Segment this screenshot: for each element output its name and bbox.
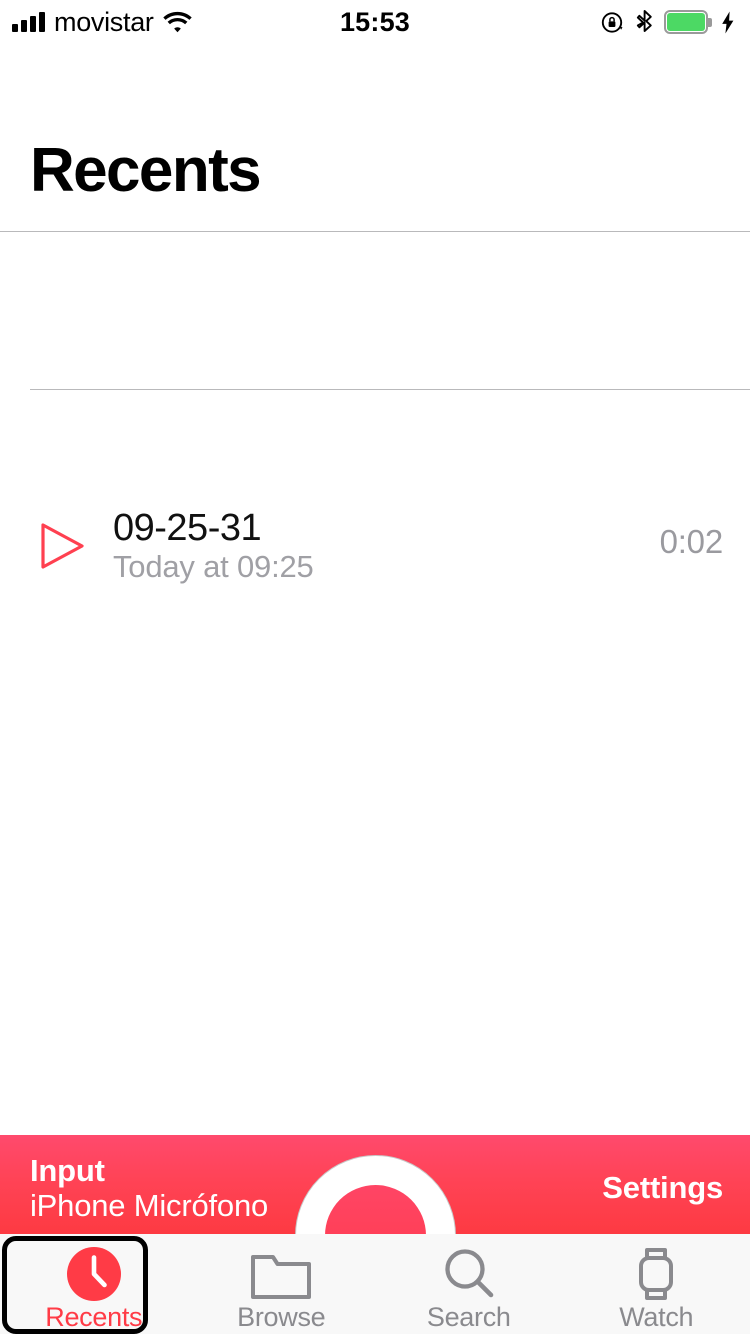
tab-watch-label: Watch <box>619 1302 694 1332</box>
watch-icon <box>633 1246 679 1302</box>
input-label: Input <box>30 1153 105 1188</box>
status-bar-time: 15:53 <box>339 6 411 37</box>
tab-browse[interactable]: Browse <box>188 1234 376 1334</box>
rotation-lock-icon <box>600 10 625 35</box>
settings-button[interactable]: Settings <box>602 1172 723 1203</box>
bluetooth-icon <box>636 9 653 35</box>
memo-divider <box>30 389 750 390</box>
search-icon <box>441 1246 497 1302</box>
memo-duration: 0:02 <box>659 523 724 560</box>
status-bar: movistar 15:53 <box>0 0 750 44</box>
tab-browse-label: Browse <box>237 1302 326 1332</box>
clock-icon <box>65 1246 123 1302</box>
battery-icon <box>664 10 712 34</box>
memo-title: 09-25-31 <box>113 507 262 549</box>
input-source-value[interactable]: iPhone Micrófono <box>30 1190 268 1221</box>
tab-watch[interactable]: Watch <box>563 1234 750 1334</box>
tab-search-label: Search <box>426 1302 511 1332</box>
memo-list-item[interactable]: 09-25-31 Today at 09:25 0:02 <box>0 232 750 582</box>
tab-search[interactable]: Search <box>375 1234 563 1334</box>
page-title: Recents <box>30 136 262 205</box>
charging-bolt-icon <box>720 10 736 35</box>
status-bar-right <box>600 0 736 44</box>
tab-recents[interactable]: Recents <box>0 1234 188 1334</box>
voice-memos-screen: movistar 15:53 Recents 09-25-31 Today at… <box>0 0 750 1334</box>
folder-icon <box>250 1246 312 1302</box>
memo-subtitle: Today at 09:25 <box>113 549 314 584</box>
play-triangle-icon[interactable] <box>36 520 88 572</box>
tab-recents-label: Recents <box>45 1302 143 1332</box>
tab-bar: Recents Browse Search Watch <box>0 1234 750 1334</box>
